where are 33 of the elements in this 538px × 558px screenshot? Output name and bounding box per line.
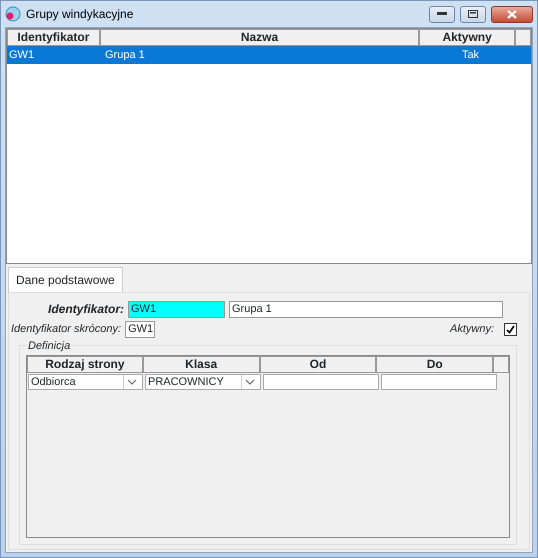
table-cell-text: Grupa 1 [104,48,146,63]
field-label: Identyfikator skrócony: [11,322,122,337]
name-field[interactable]: Grupa 1 [229,300,503,318]
app-icon [5,6,21,22]
tab[interactable]: Dane podstawowe [8,267,123,292]
active-checkbox[interactable] [504,322,517,336]
field-label: Aktywny: [450,322,494,337]
checkmark-icon [506,324,515,334]
identifier-field[interactable]: GW1 [128,300,225,318]
minimize-icon [437,12,447,16]
table-cell-text: GW1 [8,48,36,63]
column-header[interactable]: Do [376,356,494,373]
column-header[interactable]: Identyfikator [7,29,100,46]
column-header[interactable]: Aktywny [419,29,516,46]
window-title: Grupy windykacyjne [26,6,134,23]
column-header[interactable]: Od [260,356,376,373]
table-cell-text: Tak [460,48,480,63]
maximize-icon [468,10,478,18]
column-header[interactable]: Klasa [142,356,260,373]
table-cell[interactable] [381,374,497,390]
dropdown-field[interactable]: Odbiorca [28,374,143,390]
table-cell[interactable] [263,374,379,390]
field-label: Identyfikator: [46,301,124,318]
maximize-button[interactable] [460,6,486,22]
short-identifier-field[interactable]: GW1 [125,320,156,338]
group-label: Definicja [26,338,72,354]
close-icon [507,10,517,18]
minimize-button[interactable] [429,6,455,22]
table-row[interactable]: GW1 Grupa 1 Tak [7,46,531,64]
dropdown-field[interactable]: PRACOWNICY [145,374,261,390]
column-header[interactable]: Nazwa [100,29,420,46]
close-button[interactable] [491,6,533,22]
column-header[interactable]: Rodzaj strony [27,356,143,373]
